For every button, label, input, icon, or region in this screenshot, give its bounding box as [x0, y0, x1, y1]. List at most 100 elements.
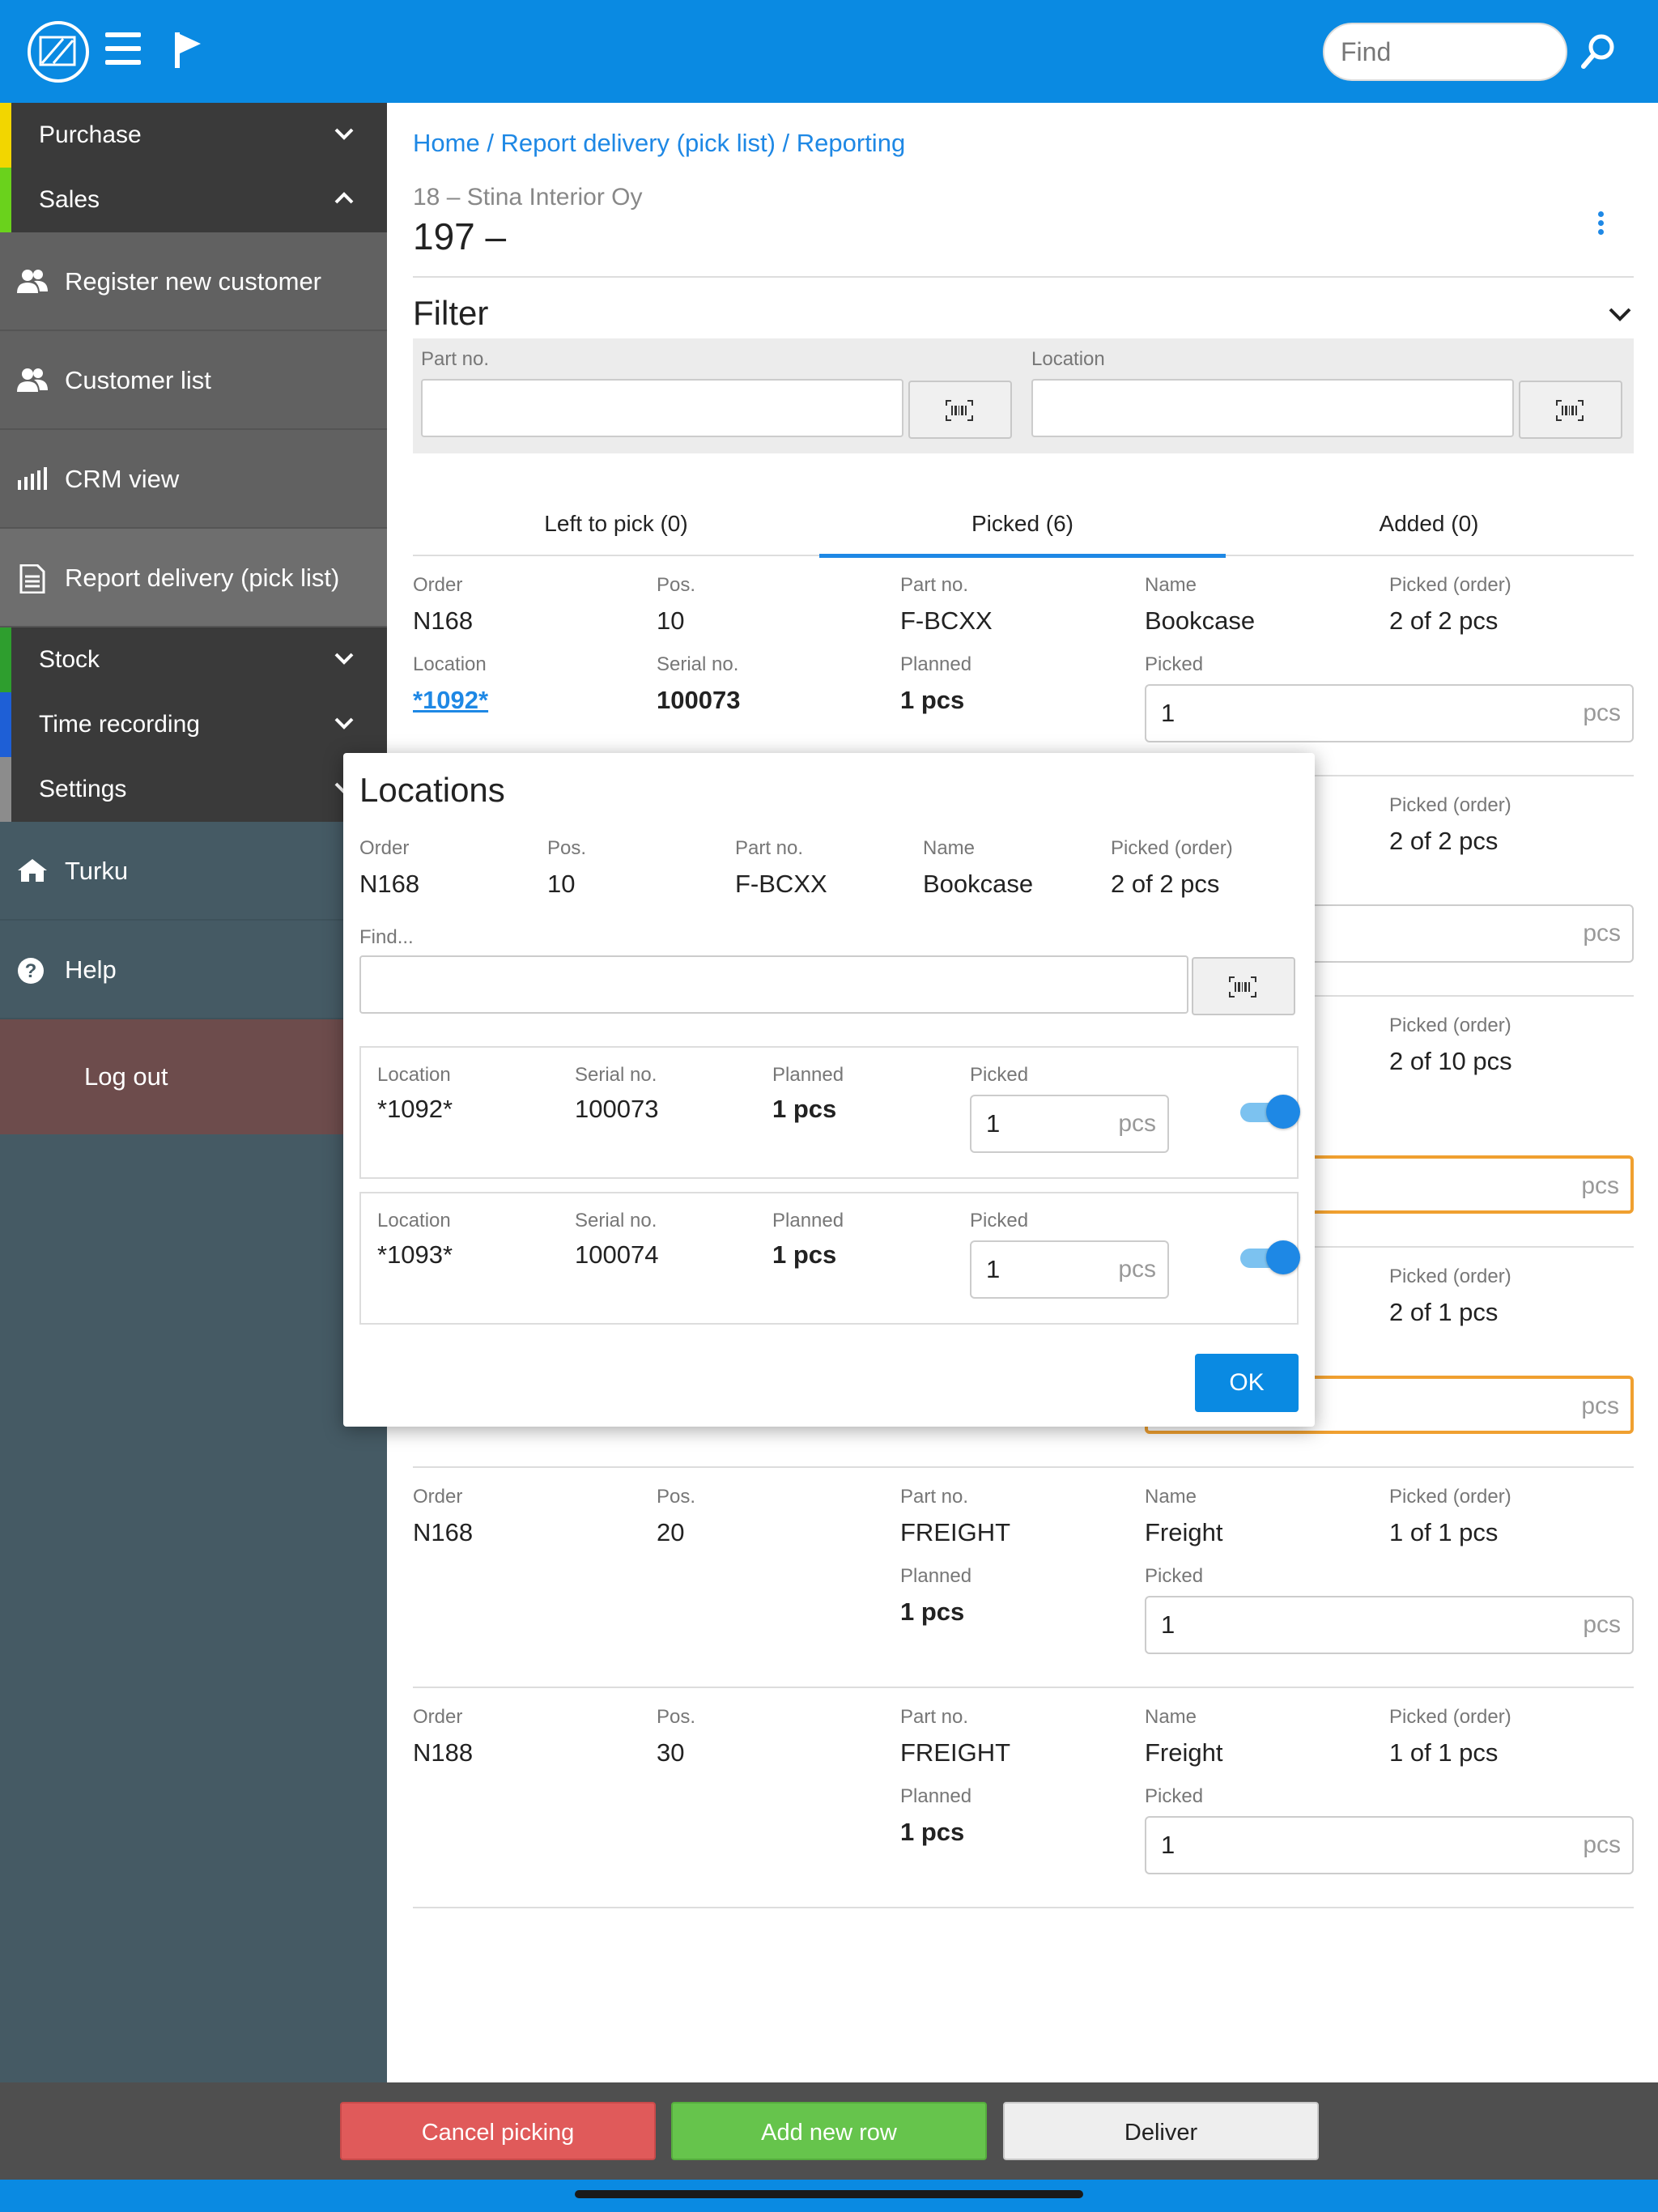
location-input[interactable]: [1031, 379, 1514, 437]
serial-no-value: 100074: [575, 1240, 659, 1269]
barcode-icon: [1229, 976, 1256, 998]
sidebar-item-crm-view[interactable]: CRM view: [0, 430, 387, 529]
part-no-value: F-BCXX: [900, 606, 993, 635]
breadcrumb-home[interactable]: Home: [413, 129, 480, 157]
sidebar-item-settings[interactable]: Settings: [0, 757, 387, 822]
sidebar-item-time-recording[interactable]: Time recording: [0, 692, 387, 757]
order-value: N168: [413, 1518, 474, 1546]
location-value: *1093*: [377, 1240, 453, 1269]
part-no-label: Part no.: [735, 837, 804, 859]
chevron-down-icon: [334, 717, 354, 730]
order-label: Order: [413, 1706, 463, 1728]
picked-quantity-input[interactable]: 1 pcs: [970, 1095, 1169, 1153]
picked-order-label: Picked (order): [1389, 1486, 1511, 1508]
breadcrumb-report-delivery[interactable]: Report delivery (pick list): [501, 129, 776, 157]
menu-icon[interactable]: [105, 32, 141, 65]
planned-label: Planned: [900, 653, 972, 675]
planned-label: Planned: [900, 1565, 972, 1587]
pos-value: 20: [657, 1518, 685, 1546]
search-icon[interactable]: [1580, 32, 1618, 70]
part-no-label: Part no.: [900, 574, 969, 596]
tab-left-to-pick[interactable]: Left to pick (0): [413, 491, 819, 556]
order-label: Order: [413, 1486, 463, 1508]
picked-quantity-input[interactable]: 1 pcs: [1145, 1816, 1634, 1874]
scan-find-button[interactable]: [1192, 957, 1295, 1015]
document-icon: [19, 564, 45, 593]
sidebar-item-report-delivery[interactable]: Report delivery (pick list): [0, 529, 387, 627]
location-card: Location *1092* Serial no. 100073 Planne…: [359, 1046, 1300, 1179]
picked-label: Picked: [1145, 653, 1204, 675]
order-value: N168: [359, 870, 420, 898]
app-logo[interactable]: [28, 21, 89, 83]
unit-label: pcs: [1581, 1393, 1619, 1419]
serial-no-value: 100073: [657, 686, 741, 714]
breadcrumb: Home / Report delivery (pick list) / Rep…: [413, 129, 906, 157]
part-no-value: F-BCXX: [735, 870, 827, 898]
logout-button[interactable]: Log out: [0, 1019, 387, 1134]
unit-label: pcs: [1583, 920, 1621, 946]
chevron-down-icon[interactable]: [1608, 305, 1632, 323]
bar-chart-icon: [18, 467, 47, 490]
ok-button[interactable]: OK: [1195, 1354, 1299, 1412]
filter-title[interactable]: Filter: [413, 294, 488, 333]
cancel-picking-button[interactable]: Cancel picking: [340, 2102, 656, 2160]
name-label: Name: [1145, 1486, 1197, 1508]
add-new-row-button[interactable]: Add new row: [671, 2102, 987, 2160]
planned-label: Planned: [772, 1064, 844, 1086]
unit-label: pcs: [1118, 1256, 1156, 1283]
sidebar-item-help[interactable]: ? Help: [0, 921, 387, 1019]
purchase-color-bar: [0, 103, 11, 168]
flag-icon[interactable]: [173, 32, 202, 68]
serial-no-value: 100073: [575, 1095, 659, 1123]
sidebar-item-purchase[interactable]: Purchase: [0, 103, 387, 168]
stock-color-bar: [0, 627, 11, 692]
home-indicator[interactable]: [575, 2190, 1083, 2198]
sidebar: Purchase Sales Register new customer Cus…: [0, 103, 387, 2082]
location-toggle[interactable]: [1240, 1240, 1300, 1276]
picked-order-label: Picked (order): [1111, 837, 1233, 859]
picked-order-value: 2 of 2 pcs: [1389, 606, 1499, 635]
picked-label: Picked: [1145, 1785, 1204, 1807]
sidebar-item-sales[interactable]: Sales: [0, 168, 387, 232]
location-label: Location: [413, 653, 487, 675]
scan-location-button[interactable]: [1519, 381, 1622, 439]
settings-color-bar: [0, 757, 11, 822]
location-toggle[interactable]: [1240, 1095, 1300, 1130]
serial-no-label: Serial no.: [575, 1210, 657, 1231]
sidebar-item-label: Stock: [39, 646, 100, 673]
name-label: Name: [1145, 574, 1197, 596]
picked-order-value: 2 of 1 pcs: [1389, 1298, 1499, 1326]
location-link[interactable]: *1092*: [413, 686, 488, 715]
search-input[interactable]: [1323, 23, 1567, 81]
order-label: Order: [359, 837, 410, 859]
sidebar-item-label: Time recording: [39, 711, 200, 738]
planned-value: 1 pcs: [772, 1095, 837, 1123]
picked-quantity-input[interactable]: 1 pcs: [1145, 684, 1634, 742]
find-input[interactable]: [359, 955, 1188, 1014]
more-options-icon[interactable]: [1598, 211, 1605, 238]
pos-label: Pos.: [657, 1706, 696, 1728]
sidebar-item-location[interactable]: Turku: [0, 822, 387, 921]
sidebar-item-stock[interactable]: Stock: [0, 627, 387, 692]
picked-quantity-input[interactable]: 1 pcs: [1145, 1596, 1634, 1654]
scan-part-no-button[interactable]: [908, 381, 1012, 439]
name-label: Name: [923, 837, 976, 859]
part-no-input[interactable]: [421, 379, 903, 437]
picked-value: 1: [1161, 1831, 1175, 1859]
picked-value: 1: [1161, 1610, 1175, 1639]
picked-quantity-input[interactable]: 1 pcs: [970, 1240, 1169, 1299]
breadcrumb-reporting[interactable]: Reporting: [797, 129, 905, 157]
order-value: N188: [413, 1738, 474, 1767]
sidebar-item-register-new-customer[interactable]: Register new customer: [0, 232, 387, 331]
customer-name: 18 – Stina Interior Oy: [413, 184, 643, 211]
chevron-up-icon: [334, 192, 354, 204]
tab-picked[interactable]: Picked (6): [819, 491, 1226, 558]
locations-dialog: Locations Order N168 Pos. 10 Part no. F-…: [343, 753, 1315, 1427]
tab-added[interactable]: Added (0): [1226, 491, 1632, 556]
deliver-button[interactable]: Deliver: [1003, 2102, 1319, 2160]
help-icon: ?: [18, 958, 44, 984]
part-no-value: FREIGHT: [900, 1518, 1011, 1546]
sidebar-item-customer-list[interactable]: Customer list: [0, 331, 387, 430]
picked-order-value: 2 of 2 pcs: [1389, 827, 1499, 855]
users-icon: [17, 368, 48, 392]
